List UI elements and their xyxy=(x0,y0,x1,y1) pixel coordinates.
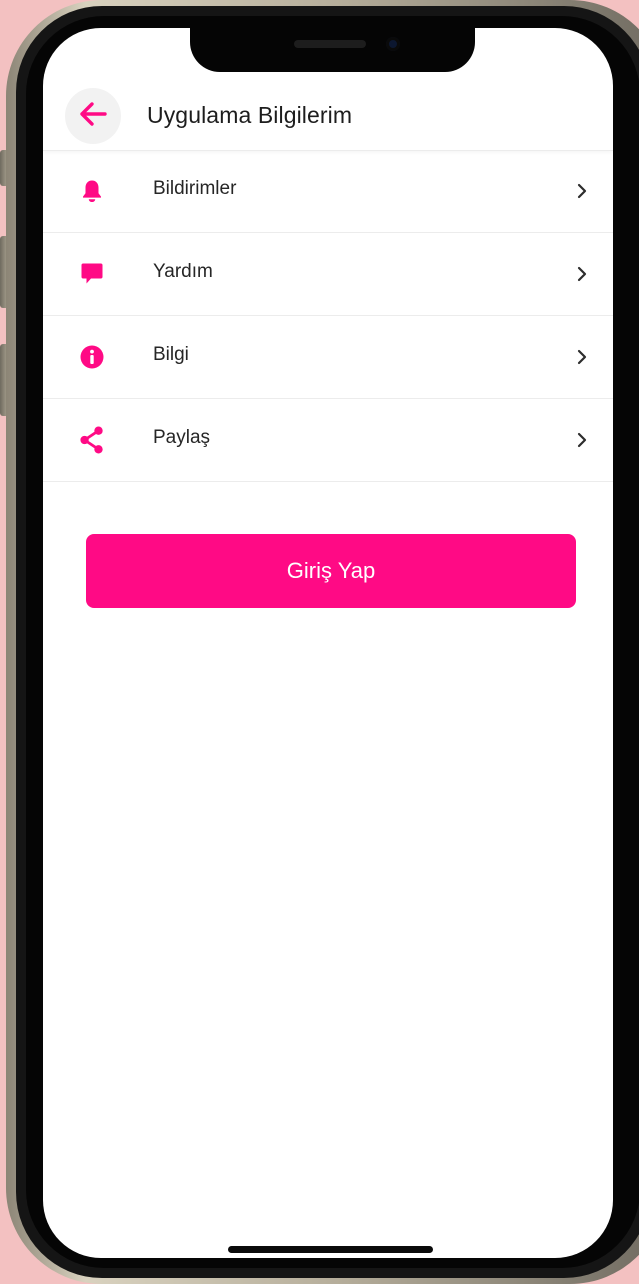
menu-item-info[interactable]: Bilgi xyxy=(43,316,613,399)
speaker-grille xyxy=(294,40,366,48)
arrow-left-icon xyxy=(78,101,108,132)
menu-item-label: Bilgi xyxy=(153,344,189,365)
notch xyxy=(190,28,475,72)
login-button[interactable]: Giriş Yap xyxy=(86,534,576,608)
chevron-right-icon xyxy=(575,346,589,368)
front-camera xyxy=(386,37,400,51)
share-icon xyxy=(79,426,105,454)
phone-screen: Uygulama Bilgilerim Bildirimler Yardım B… xyxy=(43,28,613,1258)
info-icon xyxy=(79,344,105,370)
settings-menu: Bildirimler Yardım Bilgi Paylaş xyxy=(43,150,613,482)
menu-item-help[interactable]: Yardım xyxy=(43,233,613,316)
stage: Uygulama Bilgilerim Bildirimler Yardım B… xyxy=(0,0,639,1284)
back-button[interactable] xyxy=(65,88,121,144)
app-header: Uygulama Bilgilerim xyxy=(43,86,613,151)
chat-bubble-icon xyxy=(79,261,105,287)
menu-item-label: Yardım xyxy=(153,261,213,282)
chevron-right-icon xyxy=(575,180,589,202)
menu-item-share[interactable]: Paylaş xyxy=(43,399,613,482)
menu-item-label: Paylaş xyxy=(153,427,211,448)
menu-item-label: Bildirimler xyxy=(153,178,237,199)
chevron-right-icon xyxy=(575,429,589,451)
page-title: Uygulama Bilgilerim xyxy=(147,102,353,128)
home-indicator xyxy=(228,1246,433,1253)
menu-item-notifications[interactable]: Bildirimler xyxy=(43,150,613,233)
bell-icon xyxy=(79,178,105,204)
chevron-right-icon xyxy=(575,263,589,285)
